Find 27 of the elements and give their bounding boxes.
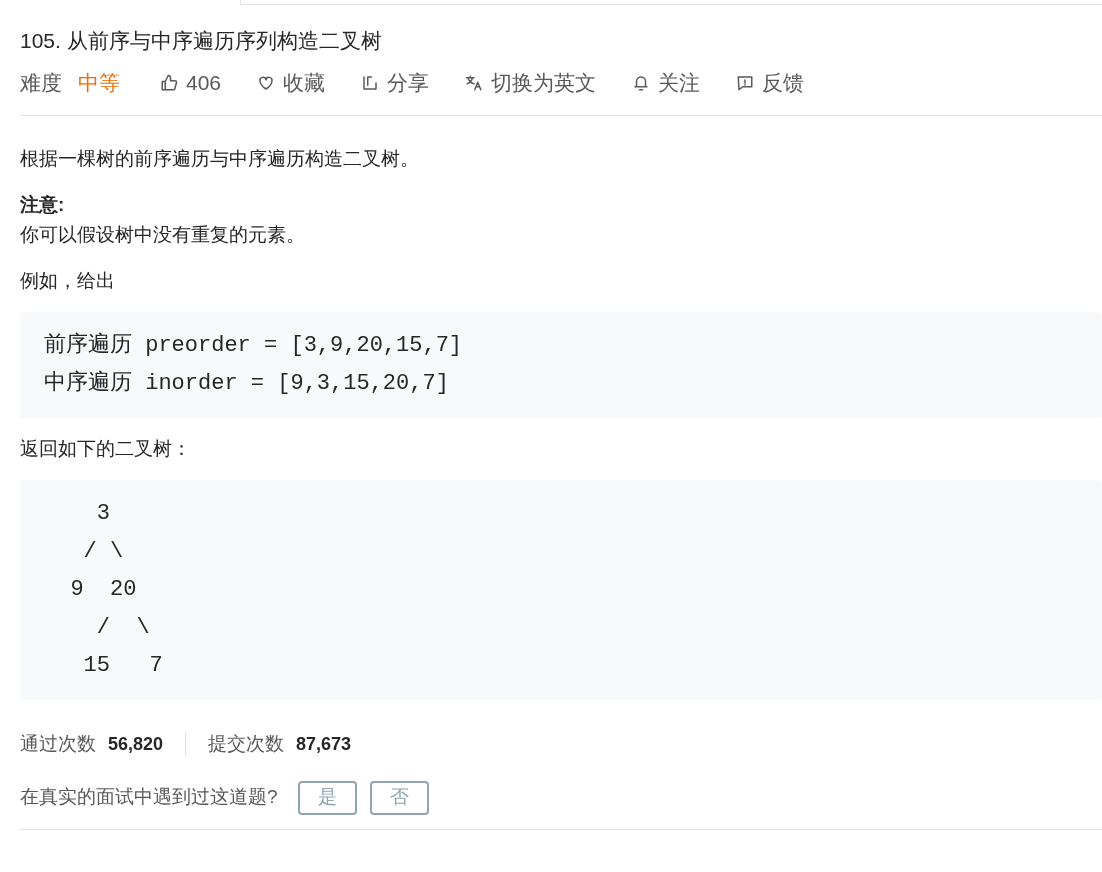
interview-question: 在真实的面试中遇到过这道题?: [20, 785, 278, 810]
share-icon[interactable]: [361, 74, 380, 92]
thumbs-up-icon[interactable]: [160, 74, 178, 92]
stat-value: 56,820: [108, 732, 164, 756]
code-block: 前序遍历 preorder = [3,9,20,15,7] 中序遍历 inorder = [9,3,15,20,7]: [20, 312, 1102, 418]
favorite-link[interactable]: 收藏: [283, 67, 326, 99]
stat-value: 87,673: [296, 732, 352, 756]
like-link[interactable]: 406: [186, 67, 222, 99]
note-heading: 注意:: [20, 193, 65, 217]
difficulty-value: 中等: [78, 70, 120, 97]
note-text: 你可以假设树中没有重复的元素。: [20, 223, 305, 247]
stat-label: 提交次数: [208, 732, 285, 756]
heart-icon[interactable]: [257, 74, 276, 92]
feedback-link[interactable]: 反馈: [762, 67, 805, 99]
difficulty-label: 难度: [20, 70, 62, 97]
paragraph: 根据一棵树的前序遍历与中序遍历构造二叉树。: [20, 147, 419, 171]
follow-link[interactable]: 关注: [658, 67, 701, 99]
comment-icon[interactable]: [736, 74, 755, 92]
code-block: 3 / \ 9 20 / \ 15 7: [20, 480, 1102, 700]
translate-icon[interactable]: [465, 74, 484, 92]
problem-title: 105. 从前序与中序遍历序列构造二叉树: [20, 28, 382, 54]
bell-icon[interactable]: [632, 74, 651, 92]
stat-label: 通过次数: [20, 732, 96, 756]
translate-link[interactable]: 切换为英文: [491, 67, 597, 99]
share-link[interactable]: 分享: [387, 67, 430, 99]
paragraph: 例如，给出: [20, 269, 115, 293]
paragraph: 返回如下的二叉树：: [20, 437, 191, 461]
